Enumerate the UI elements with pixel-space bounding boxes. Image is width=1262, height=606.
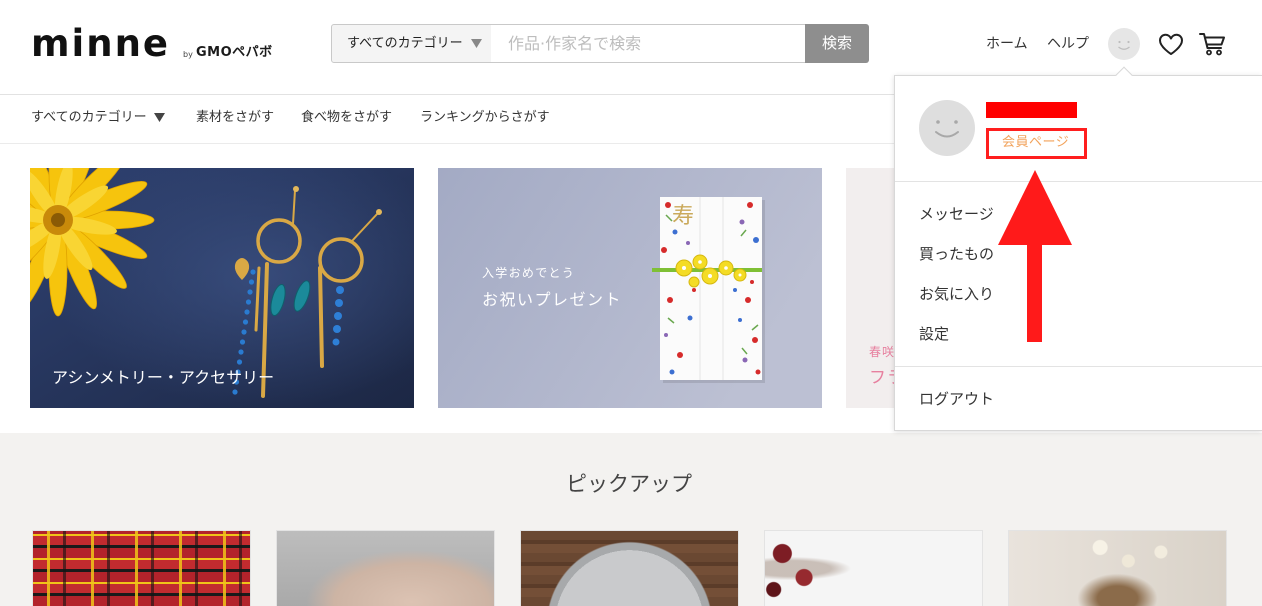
search-button[interactable]: 検索 — [805, 24, 869, 63]
search-input[interactable] — [491, 24, 806, 63]
menu-item-settings[interactable]: 設定 — [895, 314, 1262, 354]
banner-accessories[interactable]: アシンメトリー・アクセサリー — [30, 168, 414, 408]
menu-item-purchases[interactable]: 買ったもの — [895, 234, 1262, 274]
banner-envelope-image: 寿 — [438, 168, 822, 408]
product-card[interactable] — [32, 530, 251, 606]
nav-materials[interactable]: 素材をさがす — [196, 110, 274, 126]
chevron-down-icon — [471, 39, 482, 48]
annotation-highlight-box — [986, 128, 1087, 159]
pickup-section: ピックアップ — [0, 433, 1262, 606]
product-card[interactable] — [764, 530, 983, 606]
banner-caption: お祝いプレゼント — [482, 290, 623, 309]
chevron-down-icon[interactable] — [154, 113, 165, 122]
product-card[interactable] — [276, 530, 495, 606]
logo-company: GMOペパボ — [196, 45, 273, 60]
annotation-arrow — [998, 170, 1072, 342]
menu-item-messages[interactable]: メッセージ — [895, 194, 1262, 234]
menu-divider — [895, 181, 1262, 182]
heart-icon[interactable] — [1158, 33, 1184, 56]
logo-by: by — [183, 50, 193, 59]
menu-divider — [895, 366, 1262, 367]
nav-food[interactable]: 食べ物をさがす — [301, 110, 392, 126]
nav-ranking[interactable]: ランキングからさがす — [420, 110, 550, 126]
banner-celebration-gift[interactable]: 寿 入学おめでとう お祝いプレゼント — [438, 168, 822, 408]
menu-item-favorites[interactable]: お気に入り — [895, 274, 1262, 314]
pickup-title: ピックアップ — [566, 472, 692, 496]
user-avatar-icon[interactable] — [919, 100, 975, 156]
product-card[interactable] — [520, 530, 739, 606]
redacted-username — [986, 102, 1077, 118]
search-category-select[interactable]: すべてのカテゴリー — [331, 24, 492, 63]
logo-minne[interactable]: minne — [31, 24, 170, 64]
banner-caption: アシンメトリー・アクセサリー — [52, 368, 275, 387]
menu-item-logout[interactable]: ログアウト — [895, 379, 1262, 419]
cart-icon[interactable] — [1199, 32, 1226, 56]
banner-subcaption: 春咲 — [869, 345, 896, 359]
home-link[interactable]: ホーム — [986, 35, 1028, 53]
banner-subcaption: 入学おめでとう — [482, 266, 576, 280]
envelope-label: 寿 — [672, 204, 694, 229]
product-card[interactable] — [1008, 530, 1227, 606]
avatar-icon[interactable] — [1108, 28, 1140, 60]
search-category-label: すべてのカテゴリー — [347, 36, 463, 51]
nav-all-categories[interactable]: すべてのカテゴリー — [31, 110, 147, 126]
user-menu-dropdown: 会員ページ メッセージ 買ったもの お気に入り 設定 ログアウト — [894, 75, 1262, 431]
help-link[interactable]: ヘルプ — [1047, 35, 1089, 53]
